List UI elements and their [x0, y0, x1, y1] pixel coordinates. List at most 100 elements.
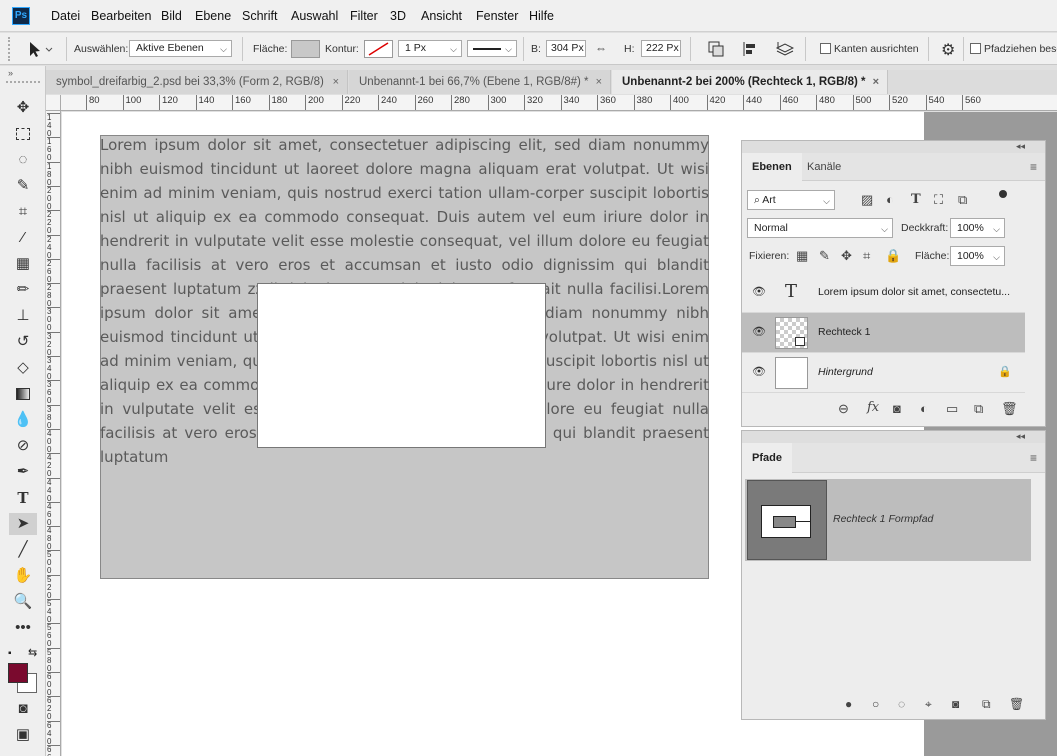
- eye-icon[interactable]: 👁: [752, 285, 766, 298]
- lock-position-icon[interactable]: ✥: [841, 248, 852, 264]
- swap-colors-icon[interactable]: ⇆: [28, 646, 37, 659]
- dodge-tool-icon[interactable]: ⊘: [9, 435, 37, 457]
- filter-toggle[interactable]: [999, 190, 1007, 198]
- type-filter-icon[interactable]: T: [911, 192, 921, 207]
- smart-object-filter-icon[interactable]: ⧉: [958, 192, 967, 208]
- blend-mode-dropdown[interactable]: Normal ⌵: [747, 218, 893, 238]
- tab-unbenannt-1[interactable]: Unbenannt-1 bei 66,7% (Ebene 1, RGB/8#) …: [349, 70, 611, 94]
- menu-schrift[interactable]: Schrift: [242, 0, 277, 32]
- tab-unbenannt-2[interactable]: Unbenannt-2 bei 200% (Rechteck 1, RGB/8)…: [612, 70, 888, 94]
- select-dropdown[interactable]: Aktive Ebenen ⌵: [129, 40, 232, 57]
- quick-mask-icon[interactable]: ◙: [9, 698, 37, 720]
- new-group-icon[interactable]: ▭: [946, 401, 958, 417]
- lasso-tool-icon[interactable]: ◌: [9, 149, 37, 171]
- tab-ebenen[interactable]: Ebenen: [742, 153, 802, 181]
- layer-row-text[interactable]: 👁 T Lorem ipsum dolor sit amet, consecte…: [742, 273, 1025, 313]
- clone-stamp-tool-icon[interactable]: ⊥: [9, 305, 37, 327]
- menu-ebene[interactable]: Ebene: [195, 0, 231, 32]
- collapse-panel-icon[interactable]: ◂◂: [1016, 141, 1025, 152]
- path-name[interactable]: Rechteck 1 Formpfad: [833, 513, 933, 525]
- default-colors-icon[interactable]: ▪: [8, 648, 12, 659]
- foreground-color-swatch[interactable]: [8, 663, 28, 683]
- crop-tool-icon[interactable]: ⌗: [9, 201, 37, 223]
- close-icon[interactable]: ×: [596, 70, 602, 94]
- lock-all-icon[interactable]: 🔒: [885, 248, 901, 264]
- tool-preset-picker[interactable]: [24, 40, 54, 58]
- menu-datei[interactable]: Datei: [51, 0, 80, 32]
- stroke-type-dropdown[interactable]: ⌵: [467, 40, 517, 57]
- brush-tool-icon[interactable]: ✏: [9, 279, 37, 301]
- layer-name[interactable]: Lorem ipsum dolor sit amet, consectetu..…: [818, 286, 1010, 298]
- make-work-path-icon[interactable]: ⌖: [925, 697, 932, 712]
- eye-icon[interactable]: 👁: [752, 365, 766, 378]
- collapse-panel-icon[interactable]: ◂◂: [1016, 431, 1025, 442]
- menu-fenster[interactable]: Fenster: [476, 0, 518, 32]
- fill-field[interactable]: 100% ⌵: [950, 246, 1005, 266]
- healing-brush-tool-icon[interactable]: ▦: [9, 253, 37, 275]
- hand-tool-icon[interactable]: ✋: [9, 565, 37, 587]
- fx-icon[interactable]: fx: [867, 400, 879, 415]
- path-operations-icon[interactable]: [708, 41, 724, 60]
- adjustment-filter-icon[interactable]: ◐: [886, 192, 894, 207]
- panel-menu-icon[interactable]: ≡: [1030, 160, 1037, 174]
- menu-bearbeiten[interactable]: Bearbeiten: [91, 0, 151, 32]
- menu-bild[interactable]: Bild: [161, 0, 182, 32]
- menu-ansicht[interactable]: Ansicht: [421, 0, 462, 32]
- layer-row-hintergrund[interactable]: 👁 Hintergrund 🔒: [742, 353, 1025, 393]
- path-alignment-icon[interactable]: [742, 41, 758, 60]
- layer-name[interactable]: Rechteck 1: [818, 326, 871, 338]
- eraser-tool-icon[interactable]: ◇: [9, 357, 37, 379]
- new-path-icon[interactable]: ⧉: [982, 697, 991, 712]
- tab-symbol-dreifarbig[interactable]: symbol_dreifarbig_2.psd bei 33,3% (Form …: [46, 70, 348, 94]
- align-edges-checkbox[interactable]: [820, 43, 831, 54]
- eye-icon[interactable]: 👁: [752, 325, 766, 338]
- pen-tool-icon[interactable]: ✒: [9, 461, 37, 483]
- history-brush-tool-icon[interactable]: ↺: [9, 331, 37, 353]
- more-tools-icon[interactable]: •••: [9, 617, 37, 639]
- quick-selection-tool-icon[interactable]: ✎: [9, 175, 37, 197]
- horizontal-ruler[interactable]: 80 100 120 140 160 180 200 220 240 260 280 300 320 34…: [61, 95, 1057, 111]
- fill-path-icon[interactable]: ●: [845, 697, 852, 711]
- path-row[interactable]: Rechteck 1 Formpfad: [745, 479, 1031, 561]
- constrain-path-checkbox[interactable]: [970, 43, 981, 54]
- line-tool-icon[interactable]: ╱: [9, 539, 37, 561]
- height-field[interactable]: 222 Px: [641, 40, 681, 57]
- tab-kanaele[interactable]: Kanäle: [797, 153, 851, 181]
- stroke-swatch[interactable]: [364, 40, 393, 58]
- close-icon[interactable]: ×: [873, 70, 879, 94]
- shape-filter-icon[interactable]: ⛶: [934, 192, 943, 208]
- close-icon[interactable]: ×: [333, 70, 339, 94]
- gear-icon[interactable]: ⚙: [941, 40, 955, 60]
- collapse-toolbar-icon[interactable]: »: [8, 68, 13, 78]
- layer-name[interactable]: Hintergrund: [818, 366, 873, 378]
- eyedropper-tool-icon[interactable]: ⁄: [9, 227, 37, 249]
- marquee-tool-icon[interactable]: [9, 123, 37, 145]
- type-tool-icon[interactable]: T: [9, 487, 37, 509]
- trash-icon[interactable]: 🗑: [1001, 401, 1018, 417]
- add-mask-icon[interactable]: ◙: [893, 401, 901, 416]
- menu-filter[interactable]: Filter: [350, 0, 378, 32]
- menu-3d[interactable]: 3D: [390, 0, 406, 32]
- tab-pfade[interactable]: Pfade: [742, 443, 792, 473]
- screen-mode-icon[interactable]: ▣: [9, 724, 37, 746]
- lock-transparent-pixels-icon[interactable]: ▦: [796, 248, 808, 264]
- new-layer-icon[interactable]: ⧉: [974, 401, 983, 417]
- load-path-as-selection-icon[interactable]: ◌: [898, 697, 905, 711]
- add-mask-icon[interactable]: ◙: [952, 697, 959, 711]
- layer-filter-dropdown[interactable]: ⌕ Art ⌵: [747, 190, 835, 210]
- stroke-width-field[interactable]: 1 Px ⌵: [398, 40, 462, 57]
- lock-artboard-icon[interactable]: ⌗: [863, 248, 870, 264]
- link-layers-icon[interactable]: ⊖: [838, 401, 849, 417]
- link-icon[interactable]: ⇔: [595, 41, 607, 55]
- menu-hilfe[interactable]: Hilfe: [529, 0, 554, 32]
- layer-row-rechteck[interactable]: 👁 Rechteck 1: [742, 313, 1025, 353]
- pixel-filter-icon[interactable]: ▨: [861, 192, 873, 208]
- trash-icon[interactable]: 🗑: [1009, 697, 1024, 711]
- opacity-field[interactable]: 100% ⌵: [950, 218, 1005, 238]
- stroke-path-icon[interactable]: ○: [872, 697, 879, 711]
- path-selection-tool-icon[interactable]: ➤: [9, 513, 37, 535]
- menu-auswahl[interactable]: Auswahl: [291, 0, 338, 32]
- gradient-tool-icon[interactable]: [9, 383, 37, 405]
- panel-menu-icon[interactable]: ≡: [1030, 451, 1037, 465]
- width-field[interactable]: 304 Px: [546, 40, 586, 57]
